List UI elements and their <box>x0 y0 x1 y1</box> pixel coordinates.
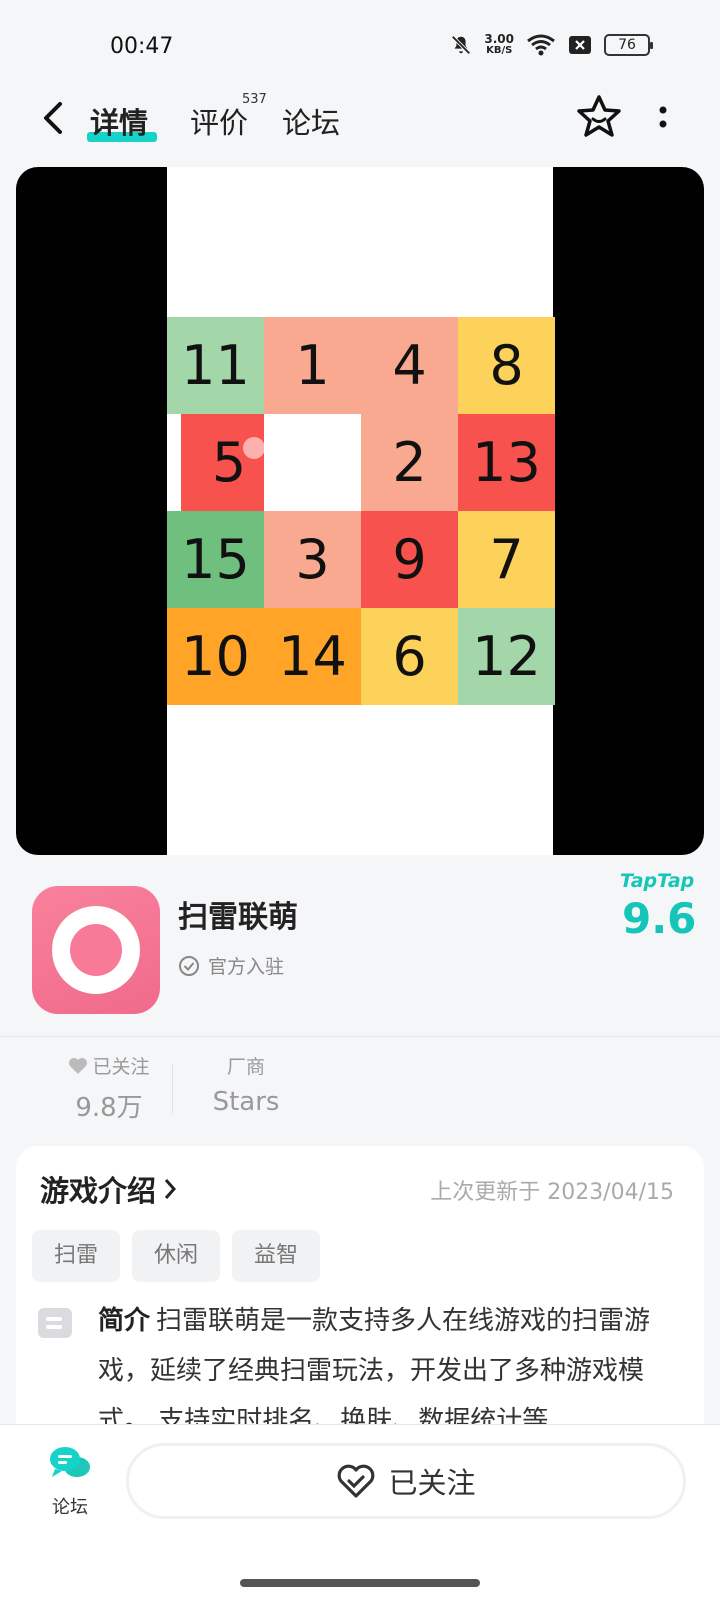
touch-indicator <box>243 437 265 459</box>
tile-5: 5 <box>181 414 277 511</box>
tile-9: 9 <box>361 511 458 608</box>
forum-shortcut[interactable]: 论坛 <box>40 1445 100 1519</box>
app-info: 扫雷联萌 官方入驻 TapTap 9.6 <box>0 870 720 1020</box>
home-indicator[interactable] <box>240 1579 480 1587</box>
summary-body: 扫雷联萌是一款支持多人在线游戏的扫雷游戏，延续了经典扫雷玩法，开发出了多种游戏模… <box>98 1306 651 1436</box>
battery-indicator: 76 <box>604 34 653 56</box>
tab-detail[interactable]: 详情 <box>90 100 148 142</box>
tile-6: 6 <box>361 608 458 705</box>
followers-stat[interactable]: 已关注 9.8万 <box>54 1052 164 1124</box>
mute-bell-icon <box>451 35 471 55</box>
wifi-icon <box>527 34 555 56</box>
stat-separator <box>172 1064 173 1114</box>
vendor-label: 厂商 <box>226 1056 265 1078</box>
chevron-right-icon <box>164 1179 177 1199</box>
tag-chip[interactable]: 扫雷 <box>32 1230 121 1282</box>
status-bar: 00:47 3.00 KB/S 76 <box>0 0 720 80</box>
heart-check-icon <box>338 1464 375 1498</box>
divider <box>0 1036 720 1037</box>
puzzle-grid: 11 1 4 8 5 2 13 15 3 9 7 10 14 6 12 <box>167 317 555 709</box>
verified-badge: 官方入驻 <box>178 952 284 979</box>
status-icons: 3.00 KB/S 76 <box>450 33 653 57</box>
game-screenshot-preview[interactable]: 11 1 4 8 5 2 13 15 3 9 7 10 14 6 12 <box>16 167 704 855</box>
review-count-badge: 537 <box>242 92 267 107</box>
taptap-score: 9.6 <box>622 894 697 943</box>
tile-3: 3 <box>264 511 361 608</box>
vendor-stat[interactable]: 厂商 Stars <box>196 1052 296 1117</box>
network-speed-unit: KB/S <box>486 45 513 56</box>
heart-icon <box>69 1057 88 1074</box>
tile-1: 1 <box>264 317 361 414</box>
tile-8: 8 <box>458 317 555 414</box>
star-favorite-icon[interactable] <box>574 92 624 142</box>
empty-tile <box>264 414 361 511</box>
followers-count: 9.8万 <box>75 1093 143 1123</box>
tile-7: 7 <box>458 511 555 608</box>
app-name: 扫雷联萌 <box>178 900 298 935</box>
tab-forum[interactable]: 论坛 <box>282 100 340 142</box>
app-icon-ring <box>52 906 140 994</box>
taptap-brand: TapTap <box>620 870 695 892</box>
network-speed-value: 3.00 <box>484 32 514 46</box>
game-intro-card: 游戏介绍 上次更新于 2023/04/15 扫雷 休闲 益智 简介 扫雷联萌是一款… <box>16 1146 704 1446</box>
no-sim-icon <box>569 36 591 54</box>
network-speed: 3.00 KB/S <box>484 33 514 57</box>
more-options-icon[interactable] <box>648 98 678 138</box>
stats-row: 已关注 9.8万 厂商 Stars <box>0 1052 720 1124</box>
intro-title: 游戏介绍 <box>40 1174 157 1208</box>
tile-11: 11 <box>167 317 264 414</box>
document-icon <box>38 1308 72 1338</box>
top-navigation: 详情 评价 537 论坛 <box>0 86 720 150</box>
check-circle-icon <box>179 955 199 976</box>
tag-chip[interactable]: 益智 <box>232 1230 321 1282</box>
app-icon[interactable] <box>32 886 160 1014</box>
tile-12: 12 <box>458 608 555 705</box>
tile-14: 14 <box>264 608 361 705</box>
bottom-action-bar: 论坛 已关注 <box>0 1424 720 1600</box>
follow-button[interactable]: 已关注 <box>126 1443 686 1519</box>
intro-title-link[interactable]: 游戏介绍 <box>40 1168 178 1210</box>
tile-2: 2 <box>361 414 458 511</box>
update-date: 上次更新于 2023/04/15 <box>430 1180 674 1205</box>
tab-review[interactable]: 评价 <box>190 100 248 142</box>
follow-button-label: 已关注 <box>388 1466 476 1500</box>
app-icon-core <box>70 924 122 976</box>
back-arrow-icon[interactable] <box>36 96 76 140</box>
summary-heading: 简介 <box>98 1306 151 1336</box>
tile-10: 10 <box>167 608 264 705</box>
followers-label: 已关注 <box>92 1056 150 1078</box>
tile-15: 15 <box>167 511 264 608</box>
tile-4: 4 <box>361 317 458 414</box>
tile-13: 13 <box>458 414 555 511</box>
forum-label: 论坛 <box>52 1497 88 1518</box>
chat-bubbles-icon <box>50 1447 90 1477</box>
status-time: 00:47 <box>110 34 174 59</box>
verified-label: 官方入驻 <box>208 956 285 978</box>
vendor-name: Stars <box>212 1087 280 1117</box>
tag-chip[interactable]: 休闲 <box>132 1230 221 1282</box>
tag-list: 扫雷 休闲 益智 <box>32 1230 321 1282</box>
